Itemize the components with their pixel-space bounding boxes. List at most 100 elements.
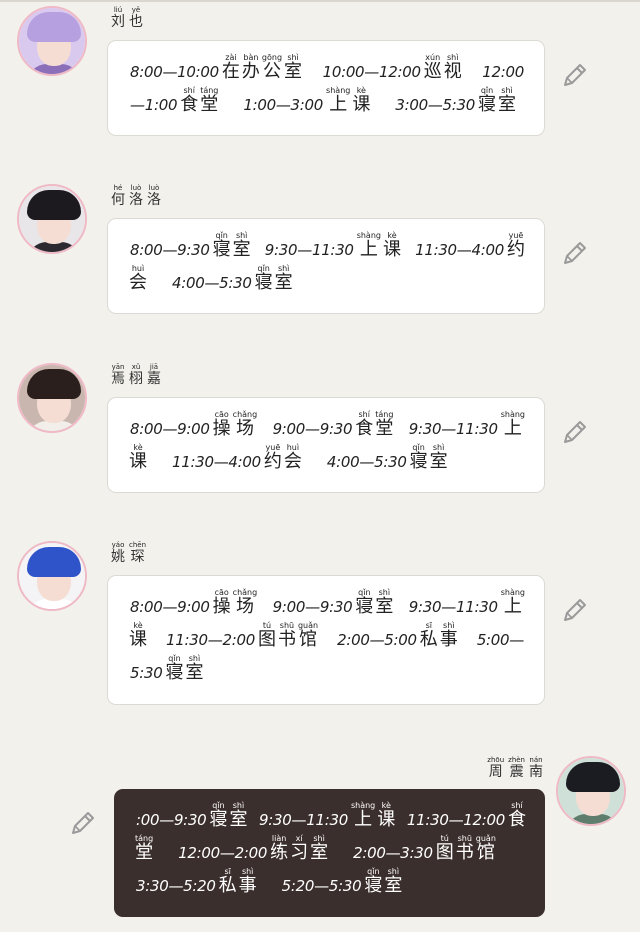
ruby-char: shàng 上 <box>501 410 525 439</box>
hanzi-character: 图 <box>435 842 454 863</box>
pencil-icon[interactable] <box>560 60 590 90</box>
hanzi-character: 室 <box>384 875 403 896</box>
pinyin-annotation: zhèn <box>508 756 525 764</box>
hanzi-character: 私 <box>218 875 237 896</box>
avatar-hair <box>566 762 620 792</box>
message-line: —1:00 shí 食 táng 堂 1:00—3:00 shàng 上 kè 课 3:00—5:3… <box>128 82 526 115</box>
ruby-char: zài 在 <box>222 53 240 82</box>
ruby-char: cāo 操 <box>213 588 231 617</box>
message-bubble[interactable]: 8:00—9:00 cāo 操 chǎng 场 9:00—9:30 shí 食 táng 堂 9:3… <box>107 397 545 493</box>
pencil-icon[interactable] <box>68 808 98 838</box>
ruby-char: sī 私 <box>420 621 438 650</box>
message-line: 8:00—9:30 qǐn 寝 shì 室 9:30—11:30 shàng 上 kè 课 11:3… <box>128 227 526 260</box>
hanzi-character: 焉 <box>111 371 125 387</box>
hanzi-character: 习 <box>290 842 309 863</box>
time-range: 11:30—2:00 <box>166 631 255 649</box>
hanzi-character: 馆 <box>476 842 495 863</box>
avatar[interactable] <box>17 541 87 611</box>
hanzi-character: 室 <box>284 61 303 82</box>
ruby-char: táng 堂 <box>375 410 393 439</box>
hanzi-character: 书 <box>455 842 474 863</box>
time-range: 9:30—11:30 <box>408 598 498 616</box>
time-range: 9:00—9:30 <box>272 420 353 438</box>
hanzi-character: 何 <box>111 192 125 208</box>
hanzi-character: 会 <box>283 451 302 472</box>
ruby-char: shì 室 <box>375 588 393 617</box>
pinyin-annotation: hé <box>113 184 123 192</box>
ruby-char: shàng 上 <box>326 86 350 115</box>
hanzi-character: 上 <box>359 239 378 260</box>
avatar-hair <box>27 190 81 220</box>
pencil-icon[interactable] <box>560 417 590 447</box>
name-char: yān 焉 <box>111 363 125 387</box>
name-char: xǔ 栩 <box>129 363 143 387</box>
hanzi-character: 私 <box>419 629 438 650</box>
hanzi-character: 寝 <box>355 596 374 617</box>
ruby-char: shì 室 <box>310 834 328 863</box>
pencil-icon[interactable] <box>560 238 590 268</box>
avatar[interactable] <box>17 184 87 254</box>
time-range: 12:00—2:00 <box>178 844 268 862</box>
time-range: 3:30—5:20 <box>136 877 216 895</box>
pinyin-annotation: yān <box>111 363 125 371</box>
time-range: 11:30—12:00 <box>406 811 505 829</box>
hanzi-character: 寝 <box>209 809 228 830</box>
ruby-char: gōng 公 <box>262 53 282 82</box>
hanzi-character: 在 <box>221 61 240 82</box>
ruby-char: shū 书 <box>278 621 296 650</box>
hanzi-character: 视 <box>443 61 462 82</box>
hanzi-character: 室 <box>498 94 517 115</box>
avatar[interactable] <box>556 756 626 826</box>
hanzi-character: 也 <box>129 14 143 30</box>
name-char: zhōu 周 <box>487 756 504 780</box>
pinyin-annotation: liú <box>113 6 123 14</box>
hanzi-character: 上 <box>329 94 348 115</box>
message-bubble[interactable]: :00—9:30 qǐn 寝 shì 室 9:30—11:30 shàng 上 kè 课 11:30… <box>114 789 545 917</box>
hanzi-character: 姚 <box>111 549 125 565</box>
message-bubble[interactable]: 8:00—9:00 cāo 操 chǎng 场 9:00—9:30 qǐn 寝 shì 室 9:30… <box>107 575 545 705</box>
hanzi-character: 堂 <box>200 94 219 115</box>
ruby-char: qǐn 寝 <box>364 867 382 896</box>
time-range: —1:00 <box>130 96 178 114</box>
ruby-char: shì 室 <box>185 654 203 683</box>
ruby-char: shí 食 <box>355 410 373 439</box>
ruby-char: shì 室 <box>233 231 251 260</box>
name-char: luò 洛 <box>147 184 161 208</box>
message-bubble[interactable]: 8:00—10:00 zài 在 bàn 办 gōng 公 shì 室 10:00—12:00 xú… <box>107 40 545 136</box>
avatar[interactable] <box>17 6 87 76</box>
sender-name: liú 刘 yě 也 <box>110 6 144 30</box>
message-bubble[interactable]: 8:00—9:30 qǐn 寝 shì 室 9:30—11:30 shàng 上 kè 课 11:3… <box>107 218 545 314</box>
hanzi-character: 室 <box>232 239 251 260</box>
ruby-char: tú 图 <box>258 621 276 650</box>
message-line: kè 课 11:30—2:00 tú 图 shū 书 guǎn 馆 2:00—5:00 sī 私 shì… <box>128 617 526 650</box>
message-line: táng 堂 12:00—2:00 liàn 练 xí 习 shì 室 2:00—3:30 tú 图 s… <box>134 830 527 863</box>
ruby-char: qǐn 寝 <box>209 801 227 830</box>
name-char: hé 何 <box>111 184 125 208</box>
hanzi-character: 课 <box>352 94 371 115</box>
ruby-char: chǎng 场 <box>233 410 258 439</box>
hanzi-character: 室 <box>310 842 329 863</box>
hanzi-character: 图 <box>257 629 276 650</box>
ruby-char: bàn 办 <box>242 53 260 82</box>
ruby-char: qǐn 寝 <box>255 264 273 293</box>
name-char: nán 南 <box>529 756 543 780</box>
ruby-char: shì 事 <box>239 867 257 896</box>
hanzi-character: 寝 <box>254 272 273 293</box>
ruby-char: guǎn 馆 <box>476 834 496 863</box>
hanzi-character: 食 <box>508 809 526 830</box>
ruby-char: huì 会 <box>284 443 302 472</box>
ruby-char: shàng 上 <box>357 231 381 260</box>
avatar[interactable] <box>17 363 87 433</box>
ruby-char: shí 食 <box>180 86 198 115</box>
name-char: yáo 姚 <box>111 541 125 565</box>
time-range: :00—9:30 <box>136 811 207 829</box>
ruby-char: shàng 上 <box>501 588 525 617</box>
ruby-char: sī 私 <box>219 867 237 896</box>
time-range: 9:30—11:30 <box>264 241 354 259</box>
ruby-char: kè 课 <box>383 231 401 260</box>
pencil-icon[interactable] <box>560 595 590 625</box>
ruby-char: tú 图 <box>436 834 454 863</box>
hanzi-character: 嘉 <box>147 371 161 387</box>
time-range: 8:00—10:00 <box>130 63 219 81</box>
hanzi-character: 课 <box>377 809 396 830</box>
